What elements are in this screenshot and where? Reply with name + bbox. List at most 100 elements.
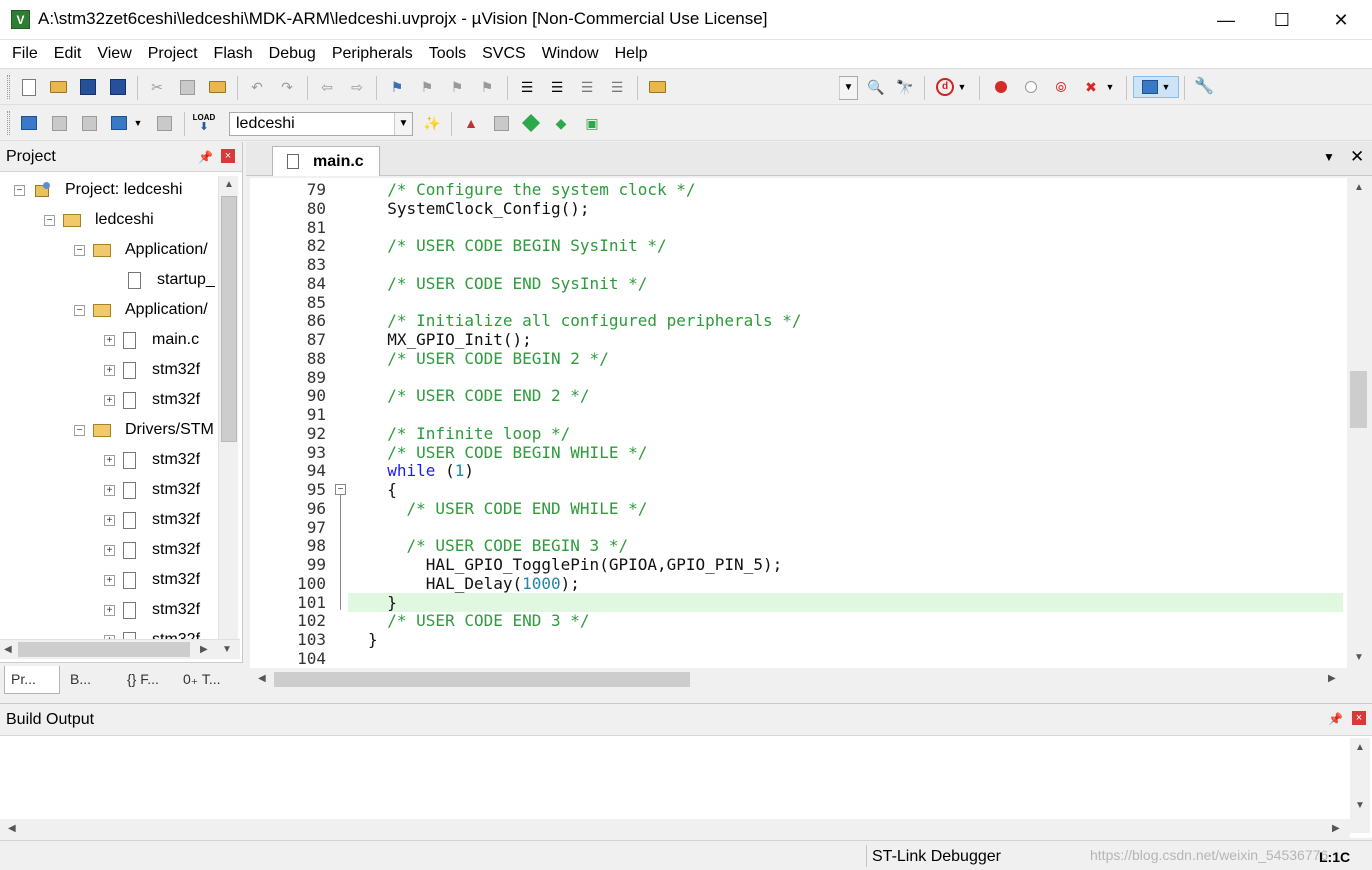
menu-tools[interactable]: Tools <box>421 40 474 68</box>
translate-button[interactable] <box>18 112 40 134</box>
code-line[interactable]: 104 <box>250 649 1343 668</box>
code-line[interactable]: 93 /* USER CODE BEGIN WHILE */ <box>250 443 1343 462</box>
manage-run-time-environment-button[interactable] <box>520 112 542 134</box>
scroll-down-icon[interactable]: ▼ <box>1355 800 1365 811</box>
tree-node-group[interactable]: − Application/ <box>74 236 208 264</box>
maximize-button[interactable]: ☐ <box>1259 0 1305 40</box>
tree-node-file[interactable]: + stm32f <box>104 566 200 594</box>
enable-breakpoint-button[interactable] <box>1020 76 1042 98</box>
expand-icon[interactable]: + <box>104 574 115 586</box>
tree-node-target[interactable]: − ledceshi <box>44 206 154 234</box>
menu-file[interactable]: File <box>4 40 46 68</box>
scroll-down-icon[interactable]: ▼ <box>222 644 232 655</box>
expand-icon[interactable]: + <box>104 394 115 406</box>
pack-installer-button[interactable]: ▣ <box>581 112 603 134</box>
menu-view[interactable]: View <box>89 40 139 68</box>
scroll-right-icon[interactable]: ▶ <box>1332 823 1340 834</box>
tab-templates[interactable]: 0₊ T... <box>177 666 233 694</box>
build-output-horizontal-scrollbar[interactable]: ◀ ▶ <box>0 819 1350 839</box>
breakpoint-dropdown[interactable]: ▼ <box>1104 76 1116 98</box>
find-combo[interactable]: ▼ <box>839 76 858 100</box>
stop-build-button[interactable] <box>153 112 175 134</box>
cut-button[interactable]: ✂ <box>146 76 168 98</box>
insert-bookmark-button[interactable]: ⚑ <box>386 76 408 98</box>
code-line[interactable]: 83 <box>250 255 1343 274</box>
kill-all-breakpoints-button[interactable]: ✖ <box>1080 76 1102 98</box>
build-button[interactable] <box>48 112 70 134</box>
tree-node-file[interactable]: startup_ <box>128 266 215 294</box>
expand-icon[interactable]: + <box>104 544 115 556</box>
scrollbar-thumb[interactable] <box>221 196 237 442</box>
toolbar-grip[interactable] <box>7 111 10 135</box>
menu-project[interactable]: Project <box>140 40 206 68</box>
start-debug-button[interactable]: d <box>934 76 956 98</box>
toolbar-grip[interactable] <box>7 75 10 99</box>
scroll-up-icon[interactable]: ▲ <box>1355 742 1365 753</box>
tree-node-file[interactable]: + stm32f <box>104 506 200 534</box>
redo-button[interactable]: ↷ <box>276 76 298 98</box>
window-layout-button[interactable]: ▼ <box>1133 76 1179 98</box>
close-build-output-button[interactable]: × <box>1352 711 1366 725</box>
copy-button[interactable] <box>176 76 198 98</box>
pin-icon[interactable]: 📌 <box>1328 712 1343 726</box>
tree-node-group[interactable]: − Drivers/STM <box>74 416 214 444</box>
scroll-up-icon[interactable]: ▲ <box>224 179 234 190</box>
collapse-icon[interactable]: − <box>14 184 25 196</box>
undo-button[interactable]: ↶ <box>246 76 268 98</box>
code-line[interactable]: 79 /* Configure the system clock */ <box>250 180 1343 199</box>
navigate-back-button[interactable]: ⇦ <box>316 76 338 98</box>
close-window-button[interactable]: ✕ <box>1318 0 1364 40</box>
batch-build-button[interactable] <box>108 112 130 134</box>
scrollbar-thumb[interactable] <box>18 642 190 657</box>
tab-main-c[interactable]: main.c <box>272 146 380 176</box>
close-project-panel-button[interactable]: × <box>221 149 235 163</box>
tree-node-file[interactable]: + stm32f <box>104 386 200 414</box>
tree-node-file[interactable]: + stm32f <box>104 596 200 624</box>
code-line[interactable]: 98 /* USER CODE BEGIN 3 */ <box>250 536 1343 555</box>
code-line[interactable]: 101 } <box>250 593 1343 612</box>
tree-node-file[interactable]: + stm32f <box>104 476 200 504</box>
clear-bookmarks-button[interactable]: ⚑ <box>476 76 498 98</box>
editor-horizontal-scrollbar[interactable]: ◀ ▶ <box>250 668 1345 691</box>
tree-node-file[interactable]: + stm32f <box>104 356 200 384</box>
scroll-left-icon[interactable]: ◀ <box>258 673 266 684</box>
open-file-button[interactable] <box>47 76 69 98</box>
new-file-button[interactable] <box>18 76 40 98</box>
scroll-right-icon[interactable]: ▶ <box>200 644 208 655</box>
project-tree-horizontal-scrollbar[interactable]: ◀ ▶ ▼ <box>0 639 240 659</box>
code-line[interactable]: 96 /* USER CODE END WHILE */ <box>250 499 1343 518</box>
save-button[interactable] <box>77 76 99 98</box>
code-line[interactable]: 87 MX_GPIO_Init(); <box>250 330 1343 349</box>
collapse-icon[interactable]: − <box>44 214 55 226</box>
find-in-files-button[interactable] <box>646 76 668 98</box>
scroll-up-icon[interactable]: ▲ <box>1354 182 1364 193</box>
expand-icon[interactable]: + <box>104 514 115 526</box>
find-button[interactable]: 🔍 <box>865 76 887 98</box>
tab-project[interactable]: Pr... <box>4 666 60 694</box>
menu-window[interactable]: Window <box>534 40 607 68</box>
tabs-dropdown-icon[interactable]: ▼ <box>1323 150 1335 164</box>
close-tab-icon[interactable]: ✕ <box>1350 147 1364 167</box>
code-line[interactable]: 102 /* USER CODE END 3 */ <box>250 611 1343 630</box>
menu-edit[interactable]: Edit <box>46 40 90 68</box>
tab-functions[interactable]: {} F... <box>121 666 173 694</box>
code-editor[interactable]: 79 /* Configure the system clock */80 Sy… <box>250 178 1370 668</box>
tree-node-file[interactable]: + stm32f <box>104 446 200 474</box>
manage-project-items-button[interactable]: ▲ <box>460 112 482 134</box>
tree-node-file[interactable]: + main.c <box>104 326 199 354</box>
code-line[interactable]: 82 /* USER CODE BEGIN SysInit */ <box>250 236 1343 255</box>
expand-icon[interactable]: + <box>104 604 115 616</box>
project-tree-vertical-scrollbar[interactable]: ▲ <box>218 176 238 639</box>
menu-peripherals[interactable]: Peripherals <box>324 40 421 68</box>
incremental-find-button[interactable]: 🔭 <box>894 76 916 98</box>
tab-books[interactable]: B... <box>64 666 116 694</box>
scroll-left-icon[interactable]: ◀ <box>8 823 16 834</box>
menu-help[interactable]: Help <box>607 40 656 68</box>
collapse-icon[interactable]: − <box>74 244 85 256</box>
code-line[interactable]: 99 HAL_GPIO_TogglePin(GPIOA,GPIO_PIN_5); <box>250 555 1343 574</box>
expand-icon[interactable]: + <box>104 364 115 376</box>
code-line[interactable]: 88 /* USER CODE BEGIN 2 */ <box>250 349 1343 368</box>
build-output-vertical-scrollbar[interactable]: ▲ ▼ <box>1350 738 1370 833</box>
download-button[interactable]: LOAD ⬇ <box>193 112 216 134</box>
code-line[interactable]: 95 { <box>250 480 1343 499</box>
